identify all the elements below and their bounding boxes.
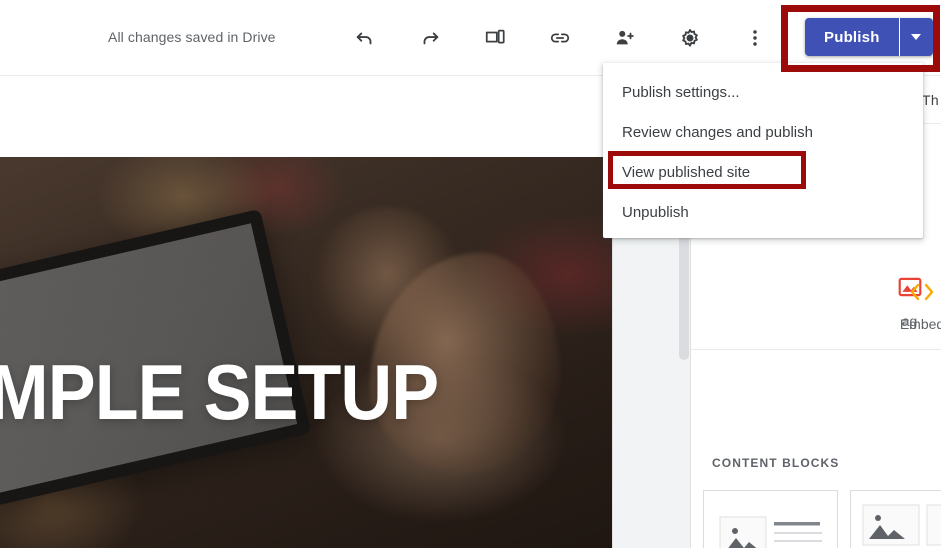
- more-vertical-icon[interactable]: [739, 22, 771, 54]
- embed-code-icon: [907, 277, 937, 307]
- insert-actions-row-embed-drive: Embed Driv: [691, 256, 941, 352]
- google-sites-editor: All changes saved in Drive Publish PLE S…: [0, 0, 941, 548]
- gear-icon[interactable]: [674, 22, 706, 54]
- hero-title-text[interactable]: AMPLE SETUP: [0, 353, 439, 431]
- share-icon[interactable]: [609, 22, 641, 54]
- content-blocks-header: CONTENT BLOCKS: [712, 456, 840, 470]
- content-blocks-grid: [703, 490, 941, 548]
- page-surface: AMPLE SETUP: [0, 76, 612, 548]
- chevron-down-icon: [911, 34, 922, 40]
- menu-item-publish-settings[interactable]: Publish settings...: [603, 72, 923, 112]
- redo-icon[interactable]: [414, 22, 446, 54]
- link-icon[interactable]: [544, 22, 576, 54]
- insert-embed-button[interactable]: Embed: [847, 277, 941, 332]
- publish-dropdown-menu: Publish settings... Review changes and p…: [603, 63, 923, 238]
- publish-divider: [898, 18, 900, 56]
- save-status-text: All changes saved in Drive: [108, 29, 276, 45]
- insert-embed-label: Embed: [899, 315, 941, 332]
- publish-button-group: Publish: [805, 18, 933, 56]
- menu-item-unpublish[interactable]: Unpublish: [603, 192, 923, 232]
- menu-item-view-published-site[interactable]: View published site: [603, 152, 923, 192]
- block-image-left-text-right[interactable]: [703, 490, 838, 548]
- hero-banner[interactable]: AMPLE SETUP: [0, 157, 612, 548]
- publish-dropdown-arrow-button[interactable]: [899, 18, 933, 56]
- block-image-top-text-bottom[interactable]: [850, 490, 941, 548]
- page-canvas[interactable]: AMPLE SETUP: [0, 76, 690, 548]
- undo-icon[interactable]: [349, 22, 381, 54]
- menu-item-review-changes-and-publish[interactable]: Review changes and publish: [603, 112, 923, 152]
- preview-icon[interactable]: [479, 22, 511, 54]
- tab-themes[interactable]: Th: [922, 92, 939, 108]
- publish-button[interactable]: Publish: [805, 18, 899, 56]
